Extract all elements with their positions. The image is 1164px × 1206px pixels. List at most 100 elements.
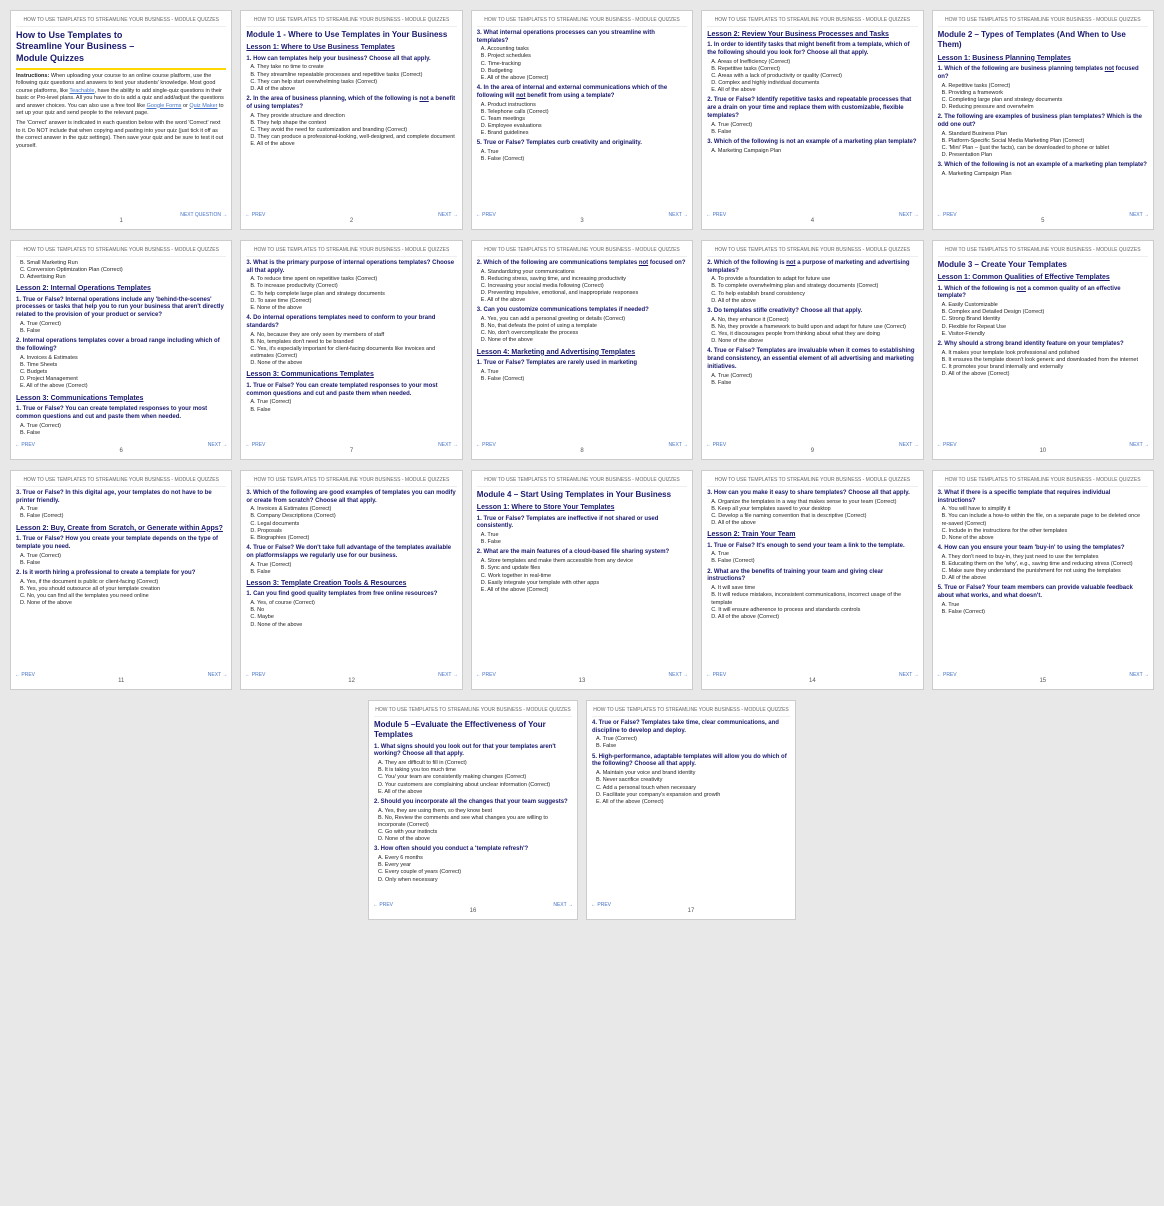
page-11-q2: 2. Is it worth hiring a professional to … [16, 570, 226, 578]
page-13: HOW TO USE TEMPLATES TO STREAMLINE YOUR … [471, 470, 693, 690]
page-6-q2: 2. Internal operations templates cover a… [16, 338, 226, 354]
page-3-top-label: HOW TO USE TEMPLATES TO STREAMLINE YOUR … [477, 17, 687, 27]
page-5-q2: 2. The following are examples of busines… [938, 114, 1148, 130]
page-6-q3: 1. True or False? You can create templat… [16, 406, 226, 422]
page-13-module: Module 4 – Start Using Templates in Your… [477, 490, 687, 500]
page-6: HOW TO USE TEMPLATES TO STREAMLINE YOUR … [10, 240, 232, 460]
page-13-lesson: Lesson 1: Where to Store Your Templates [477, 503, 687, 512]
page-8-number: 8 [580, 447, 583, 455]
page-4-top-label: HOW TO USE TEMPLATES TO STREAMLINE YOUR … [707, 17, 917, 27]
page-9-q4: 4. True or False? Templates are invaluab… [707, 348, 917, 371]
page-16-number: 16 [470, 907, 477, 915]
page-4: HOW TO USE TEMPLATES TO STREAMLINE YOUR … [701, 10, 923, 230]
page-14-lesson: Lesson 2: Train Your Team [707, 530, 917, 539]
page-14-q3: 3. How can you make it easy to share tem… [707, 490, 917, 498]
page-16-q3: 3. How often should you conduct a 'templ… [374, 846, 572, 854]
page-17-q4: 4. True or False? Templates take time, c… [592, 720, 790, 736]
page-11-q1: 1. True or False? How you create your te… [16, 536, 226, 552]
page-6-lesson2: Lesson 3: Communications Templates [16, 394, 226, 403]
page-7-q1: 1. True or False? You can create templat… [246, 383, 456, 399]
page-14-top-label: HOW TO USE TEMPLATES TO STREAMLINE YOUR … [707, 477, 917, 487]
page-12-lesson: Lesson 3: Template Creation Tools & Reso… [246, 579, 456, 588]
page-1-top-label: HOW TO USE TEMPLATES TO STREAMLINE YOUR … [16, 17, 226, 27]
page-2-q2-e: E. All of the above [246, 141, 456, 148]
page-3-q5: 5. True or False? Templates curb creativ… [477, 140, 687, 148]
page-9-q3: 3. Do templates stifle creativity? Choos… [707, 308, 917, 316]
page-1-note: The 'Correct' answer is indicated in eac… [16, 120, 226, 150]
page-15: HOW TO USE TEMPLATES TO STREAMLINE YOUR … [932, 470, 1154, 690]
page-15-number: 15 [1039, 677, 1046, 685]
page-13-number: 13 [579, 677, 586, 685]
page-14-q2: 2. What are the benefits of training you… [707, 569, 917, 585]
page-12-q1: 1. Can you find good quality templates f… [246, 591, 456, 599]
page-15-q5: 5. True or False? Your team members can … [938, 585, 1148, 601]
page-5-number: 5 [1041, 217, 1044, 225]
page-16-module: Module 5 –Evaluate the Effectiveness of … [374, 720, 572, 741]
page-5-top-label: HOW TO USE TEMPLATES TO STREAMLINE YOUR … [938, 17, 1148, 27]
page-13-top-label: HOW TO USE TEMPLATES TO STREAMLINE YOUR … [477, 477, 687, 487]
page-14-number: 14 [809, 677, 816, 685]
page-13-q1: 1. True or False? Templates are ineffect… [477, 516, 687, 532]
page-11-number: 11 [118, 677, 124, 685]
page-17-top-label: HOW TO USE TEMPLATES TO STREAMLINE YOUR … [592, 707, 790, 717]
row-4: HOW TO USE TEMPLATES TO STREAMLINE YOUR … [0, 700, 1164, 930]
page-3-number: 3 [580, 217, 583, 225]
page-8-top-label: HOW TO USE TEMPLATES TO STREAMLINE YOUR … [477, 247, 687, 257]
page-1: HOW TO USE TEMPLATES TO STREAMLINE YOUR … [10, 10, 232, 230]
page-7-lesson: Lesson 3: Communications Templates [246, 370, 456, 379]
page-8-lesson: Lesson 4: Marketing and Advertising Temp… [477, 348, 687, 357]
page-6-number: 6 [120, 447, 123, 455]
page-5-lesson: Lesson 1: Business Planning Templates [938, 54, 1148, 63]
page-1-number: 1 [120, 217, 123, 225]
page-3-q4: 4. In the area of internal and external … [477, 85, 687, 101]
page-15-q4: 4. How can you ensure your team 'buy-in'… [938, 545, 1148, 553]
page-10-top-label: HOW TO USE TEMPLATES TO STREAMLINE YOUR … [938, 247, 1148, 257]
page-15-top-label: HOW TO USE TEMPLATES TO STREAMLINE YOUR … [938, 477, 1148, 487]
page-7-number: 7 [350, 447, 353, 455]
page-17: HOW TO USE TEMPLATES TO STREAMLINE YOUR … [586, 700, 796, 920]
page-10-lesson: Lesson 1: Common Qualities of Effective … [938, 273, 1148, 282]
page-9-q2: 2. Which of the following is not a purpo… [707, 260, 917, 276]
page-2-number: 2 [350, 217, 353, 225]
page-2-q2-b: B. They help shape the context [246, 120, 456, 127]
page-2-q1-a: A. They take no time to create [246, 64, 456, 71]
page-4-q2: 2. True or False? Identify repetitive ta… [707, 97, 917, 120]
page-16-q2: 2. Should you incorporate all the change… [374, 799, 572, 807]
page-1-divider [16, 68, 226, 70]
page-16-top-label: HOW TO USE TEMPLATES TO STREAMLINE YOUR … [374, 707, 572, 717]
row-1: HOW TO USE TEMPLATES TO STREAMLINE YOUR … [0, 0, 1164, 240]
page-4-number: 4 [811, 217, 814, 225]
page-17-q5: 5. High-performance, adaptable templates… [592, 754, 790, 770]
page-2-q1-b: B. They streamline repeatable processes … [246, 72, 456, 79]
page-16: HOW TO USE TEMPLATES TO STREAMLINE YOUR … [368, 700, 578, 920]
page-7-top-label: HOW TO USE TEMPLATES TO STREAMLINE YOUR … [246, 247, 456, 257]
page-2-top-label: HOW TO USE TEMPLATES TO STREAMLINE YOUR … [246, 17, 456, 27]
page-14: HOW TO USE TEMPLATES TO STREAMLINE YOUR … [701, 470, 923, 690]
page-2-module-title: Module 1 - Where to Use Templates in You… [246, 30, 456, 40]
page-1-instructions: Instructions: When uploading your course… [16, 73, 226, 118]
page-10-q1: 1. Which of the following is not a commo… [938, 286, 1148, 302]
page-12-number: 12 [348, 677, 355, 685]
page-2-q2-a: A. They provide structure and direction [246, 113, 456, 120]
row-2: HOW TO USE TEMPLATES TO STREAMLINE YOUR … [0, 240, 1164, 470]
page-11-lesson: Lesson 2: Buy, Create from Scratch, or G… [16, 524, 226, 533]
page-12: HOW TO USE TEMPLATES TO STREAMLINE YOUR … [240, 470, 462, 690]
page-3: HOW TO USE TEMPLATES TO STREAMLINE YOUR … [471, 10, 693, 230]
page-10-number: 10 [1039, 447, 1046, 455]
page-7: HOW TO USE TEMPLATES TO STREAMLINE YOUR … [240, 240, 462, 460]
page-2-q2-d: D. They can produce a professional-looki… [246, 134, 456, 141]
page-2-q1: 1. How can templates help your business?… [246, 56, 456, 64]
page-4-lesson: Lesson 2: Review Your Business Processes… [707, 30, 917, 39]
page-11-top-label: HOW TO USE TEMPLATES TO STREAMLINE YOUR … [16, 477, 226, 487]
page-10: HOW TO USE TEMPLATES TO STREAMLINE YOUR … [932, 240, 1154, 460]
page-2-lesson-title: Lesson 1: Where to Use Business Template… [246, 43, 456, 52]
row-3: HOW TO USE TEMPLATES TO STREAMLINE YOUR … [0, 470, 1164, 700]
page-9: HOW TO USE TEMPLATES TO STREAMLINE YOUR … [701, 240, 923, 460]
page-10-module: Module 3 – Create Your Templates [938, 260, 1148, 270]
page-3-q3: 3. What internal operations processes ca… [477, 30, 687, 46]
page-2-q2: 2. In the area of business planning, whi… [246, 96, 456, 112]
page-15-q3: 3. What if there is a specific template … [938, 490, 1148, 506]
page-2-q2-c: C. They avoid the need for customization… [246, 127, 456, 134]
page-12-top-label: HOW TO USE TEMPLATES TO STREAMLINE YOUR … [246, 477, 456, 487]
page-11-q3: 3. True or False? In this digital age, y… [16, 490, 226, 506]
